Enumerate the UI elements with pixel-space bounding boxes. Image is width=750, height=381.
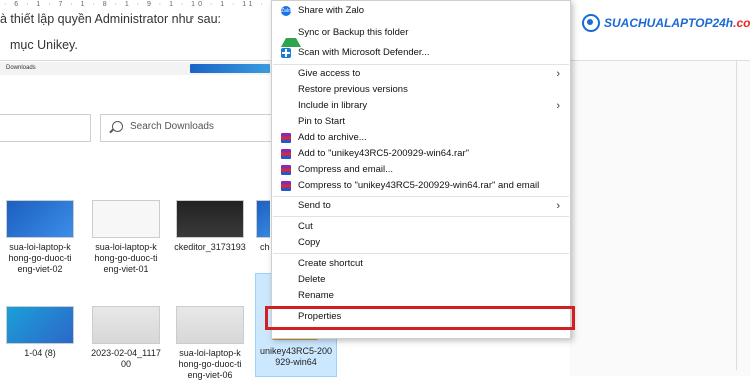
file-name: 2023-02-04_1117 00	[91, 348, 161, 369]
file-name: unikey43RC5-200 929-win64	[259, 346, 333, 367]
menu-item-label: Add to archive...	[298, 132, 367, 143]
menu-item-compress-email[interactable]: Compress and email...	[272, 162, 570, 178]
menu-item-cut[interactable]: Cut	[272, 219, 570, 235]
menu-item-add-rar[interactable]: Add to "unikey43RC5-200929-win64.rar"	[272, 146, 570, 162]
file-name: sua-loi-laptop-k hong-go-duoc-ti eng-vie…	[94, 242, 158, 274]
menu-item-label: Copy	[298, 237, 321, 248]
brand-name-domain: .com	[733, 16, 750, 30]
document-ruler: · 6 · 1 · 7 · 1 · 8 · 1 · 9 · 1 · 10 · 1…	[0, 0, 274, 10]
menu-item-delete[interactable]: Delete	[272, 272, 570, 288]
menu-item-send-to[interactable]: Send to ›	[272, 198, 570, 214]
winrar-icon	[281, 133, 291, 143]
menu-item-label: Compress and email...	[298, 164, 394, 175]
search-icon	[112, 121, 123, 132]
menu-item-label: Send to	[298, 200, 331, 211]
file-item[interactable]: 1-04 (8)	[0, 306, 80, 359]
explorer-title: Downloads	[6, 65, 36, 71]
menu-item-sync-backup[interactable]: Sync or Backup this folder	[272, 25, 570, 47]
menu-item-create-shortcut[interactable]: Create shortcut	[272, 256, 570, 272]
file-thumbnail	[176, 200, 244, 238]
menu-item-add-archive[interactable]: Add to archive...	[272, 130, 570, 146]
menu-item-include-library[interactable]: Include in library ›	[272, 98, 570, 114]
winrar-icon	[281, 181, 291, 191]
explorer-title-bar: Downloads	[0, 62, 276, 75]
menu-item-label: Compress to "unikey43RC5-200929-win64.ra…	[298, 180, 540, 191]
file-thumbnail	[176, 306, 244, 344]
menu-item-label: Cut	[298, 221, 313, 232]
chevron-right-icon: ›	[556, 100, 560, 112]
winrar-icon	[281, 165, 291, 175]
file-item[interactable]: sua-loi-laptop-k hong-go-duoc-ti eng-vie…	[170, 306, 250, 381]
file-item[interactable]: ckeditor_3173193	[170, 200, 250, 253]
panel-divider	[736, 60, 737, 370]
file-name: ckeditor_3173193	[174, 242, 246, 252]
file-item[interactable]: sua-loi-laptop-k hong-go-duoc-ti eng-vie…	[0, 200, 80, 275]
brand-name-main: SUACHUALAPTOP24h	[604, 16, 734, 30]
chevron-right-icon: ›	[556, 68, 560, 80]
search-input-placeholder: Search Downloads	[130, 121, 214, 132]
file-thumbnail	[92, 200, 160, 238]
menu-separator	[273, 253, 569, 254]
menu-separator	[273, 196, 569, 197]
winrar-icon	[281, 149, 291, 159]
zalo-icon: Zalo	[281, 6, 291, 16]
banner-thumbnail	[190, 64, 270, 73]
file-item[interactable]: 2023-02-04_1117 00	[86, 306, 166, 370]
menu-item-share-zalo[interactable]: Zalo Share with Zalo	[272, 3, 570, 19]
document-text-line-2: mục Unikey.	[10, 38, 78, 52]
brand-logo: SUACHUALAPTOP24h.com	[582, 12, 750, 34]
menu-item-label: Scan with Microsoft Defender...	[298, 47, 430, 58]
menu-item-label: Sync or Backup this folder	[298, 27, 409, 38]
brand-icon	[582, 14, 600, 32]
file-item[interactable]: che	[240, 200, 270, 253]
menu-item-restore-versions[interactable]: Restore previous versions	[272, 82, 570, 98]
menu-item-label: Create shortcut	[298, 258, 363, 269]
menu-item-label: Add to "unikey43RC5-200929-win64.rar"	[298, 148, 469, 159]
menu-item-compress-rar-email[interactable]: Compress to "unikey43RC5-200929-win64.ra…	[272, 178, 570, 194]
menu-item-scan-defender[interactable]: Scan with Microsoft Defender...	[272, 45, 570, 61]
menu-item-label: Give access to	[298, 68, 361, 79]
highlight-box	[265, 306, 575, 330]
menu-item-pin-start[interactable]: Pin to Start	[272, 114, 570, 130]
file-thumbnail	[6, 200, 74, 238]
menu-item-give-access[interactable]: Give access to ›	[272, 66, 570, 82]
file-name: sua-loi-laptop-k hong-go-duoc-ti eng-vie…	[178, 348, 242, 380]
menu-item-label: Pin to Start	[298, 116, 345, 127]
file-name: 1-04 (8)	[24, 348, 56, 358]
file-thumbnail	[6, 306, 74, 344]
address-bar[interactable]	[0, 114, 91, 142]
document-text-line-1: à thiết lập quyền Administrator như sau:	[0, 12, 221, 26]
menu-separator	[273, 216, 569, 217]
file-thumbnail	[92, 306, 160, 344]
menu-item-rename[interactable]: Rename	[272, 288, 570, 304]
menu-item-label: Restore previous versions	[298, 84, 408, 95]
menu-item-label: Delete	[298, 274, 326, 285]
file-name: sua-loi-laptop-k hong-go-duoc-ti eng-vie…	[8, 242, 72, 274]
file-name: che	[260, 242, 270, 252]
menu-item-copy[interactable]: Copy	[272, 235, 570, 251]
menu-item-label: Include in library	[298, 100, 368, 111]
menu-separator	[273, 64, 569, 65]
defender-icon	[281, 48, 291, 58]
file-item[interactable]: sua-loi-laptop-k hong-go-duoc-ti eng-vie…	[86, 200, 166, 275]
right-panel	[570, 60, 750, 376]
menu-item-label: Share with Zalo	[298, 5, 365, 16]
menu-item-label: Rename	[298, 290, 334, 301]
file-thumbnail	[256, 200, 270, 238]
chevron-right-icon: ›	[556, 200, 560, 212]
context-menu: Zalo Share with Zalo Sync or Backup this…	[271, 0, 571, 339]
brand-name: SUACHUALAPTOP24h.com	[604, 16, 750, 30]
